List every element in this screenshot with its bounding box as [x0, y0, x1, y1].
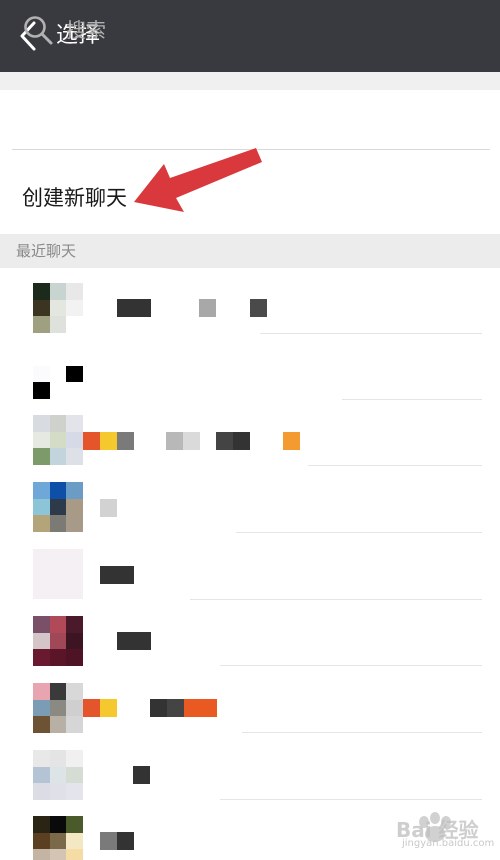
red-arrow-annotation-icon	[134, 148, 262, 212]
create-new-chat-label[interactable]: 创建新聊天	[22, 184, 127, 212]
redacted-name	[250, 299, 267, 317]
row-divider	[308, 465, 482, 466]
redacted-name	[167, 699, 184, 717]
row-divider	[220, 665, 482, 666]
row-divider	[260, 333, 482, 334]
redacted-name	[83, 699, 100, 717]
redacted-name	[117, 832, 134, 850]
avatar	[33, 683, 83, 733]
redacted-name	[100, 432, 117, 450]
redacted-name	[117, 632, 151, 650]
row-divider	[220, 799, 482, 800]
row-divider	[236, 532, 482, 533]
avatar	[33, 415, 83, 465]
header-gap	[0, 72, 500, 90]
redacted-name	[216, 432, 233, 450]
avatar	[33, 616, 83, 666]
redacted-name	[133, 766, 150, 784]
row-divider	[242, 732, 482, 733]
redacted-name	[83, 432, 100, 450]
row-divider	[342, 399, 482, 400]
redacted-name	[199, 299, 216, 317]
recent-chats-label: 最近聊天	[16, 242, 77, 260]
row-divider	[190, 599, 482, 600]
redacted-name	[117, 432, 134, 450]
avatar	[33, 349, 83, 399]
search-icon	[24, 16, 53, 45]
search-input[interactable]: 搜索	[66, 16, 106, 44]
avatar	[33, 549, 83, 599]
redacted-name	[184, 699, 217, 717]
redacted-name	[150, 699, 167, 717]
redacted-name	[117, 299, 151, 317]
redacted-name	[100, 699, 117, 717]
redacted-name	[100, 832, 117, 850]
watermark-url: jingyan.baidu.com	[402, 838, 495, 849]
redacted-name	[100, 566, 134, 584]
avatar	[33, 816, 83, 860]
redacted-name	[283, 432, 300, 450]
redacted-name	[166, 432, 183, 450]
avatar	[33, 482, 83, 532]
redacted-name	[233, 432, 250, 450]
redacted-name	[183, 432, 200, 450]
redacted-name	[100, 499, 117, 517]
avatar	[33, 750, 83, 800]
avatar	[33, 283, 83, 333]
